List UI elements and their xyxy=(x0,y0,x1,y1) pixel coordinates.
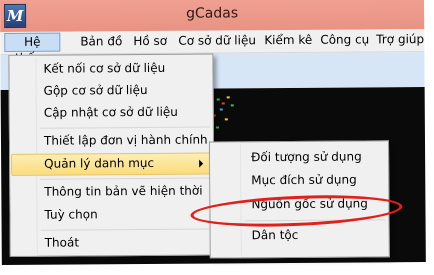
menu-item-label: Mục đích sử dụng xyxy=(251,172,357,188)
title-bar: M gCadas xyxy=(0,0,425,33)
map-feature xyxy=(224,118,228,121)
menu-bar: Hệ thống Bản đồ Hồ sơ Cơ sở dữ liệu Kiểm… xyxy=(0,29,425,65)
menu-item-label: Thoát xyxy=(44,235,80,250)
map-feature xyxy=(221,102,225,105)
menu-item-thiet-lap-don-vi[interactable]: Thiết lập đơn vị hành chính xyxy=(11,130,212,153)
map-feature xyxy=(230,104,234,107)
menu-item-label: Dân tộc xyxy=(251,227,299,243)
menu-ho-so[interactable]: Hồ sơ xyxy=(133,34,167,48)
window-title: gCadas xyxy=(186,5,239,22)
menu-tro-giup[interactable]: Trợ giúp xyxy=(376,32,424,46)
submenu-arrow-icon xyxy=(199,159,204,168)
menu-ban-do[interactable]: Bản đồ xyxy=(80,34,122,48)
menu-item-label: Quản lý danh mục xyxy=(44,155,155,171)
submenu-item-muc-dich[interactable]: Mục đích sử dụng xyxy=(211,169,387,192)
menu-item-label: Kết nối cơ sở dữ liệu xyxy=(43,60,166,76)
menu-co-so-du-lieu[interactable]: Cơ sở dữ liệu xyxy=(178,33,256,48)
menu-item-label: Đối tượng sử dụng xyxy=(251,149,362,165)
menu-item-label: Gộp cơ sở dữ liệu xyxy=(43,82,148,98)
map-feature xyxy=(226,96,230,99)
menu-separator xyxy=(39,126,210,129)
menu-item-label: Tuỳ chọn xyxy=(44,207,98,222)
system-dropdown-menu: Kết nối cơ sở dữ liệu Gộp cơ sở dữ liệu … xyxy=(8,53,215,257)
menu-separator xyxy=(40,228,211,231)
map-feature xyxy=(219,108,223,111)
menu-item-gop-csdl[interactable]: Gộp cơ sở dữ liệu xyxy=(11,80,212,103)
menu-item-tuy-chon[interactable]: Tuỳ chọn xyxy=(11,204,212,227)
menu-separator xyxy=(40,177,211,180)
menu-item-ket-noi-csdl[interactable]: Kết nối cơ sở dữ liệu xyxy=(10,58,211,81)
menu-item-cap-nhat-csdl[interactable]: Cập nhật cơ sở dữ liệu xyxy=(11,102,212,125)
menu-item-thoat[interactable]: Thoát xyxy=(12,232,213,255)
submenu-item-doi-tuong[interactable]: Đối tượng sử dụng xyxy=(211,146,387,169)
menu-item-label: Thông tin bản vẽ hiện thời xyxy=(44,183,203,199)
menu-item-label: Cập nhật cơ sở dữ liệu xyxy=(43,104,178,120)
map-feature xyxy=(216,98,220,101)
menu-item-thong-tin-ban-ve[interactable]: Thông tin bản vẽ hiện thời xyxy=(11,181,212,204)
menu-item-quan-ly-danh-muc[interactable]: Quản lý danh mục xyxy=(11,152,213,176)
menu-item-label: Thiết lập đơn vị hành chính xyxy=(43,132,208,148)
menu-kiem-ke[interactable]: Kiểm kê xyxy=(264,33,312,47)
menu-cong-cu[interactable]: Công cụ xyxy=(320,32,369,46)
submenu-item-dan-toc[interactable]: Dân tộc xyxy=(212,224,388,247)
map-feature xyxy=(215,126,219,129)
menu-he-thong[interactable]: Hệ thống xyxy=(4,32,61,65)
app-window: M gCadas Hệ thống Bản đồ Hồ sơ Cơ sở dữ … xyxy=(0,0,426,265)
